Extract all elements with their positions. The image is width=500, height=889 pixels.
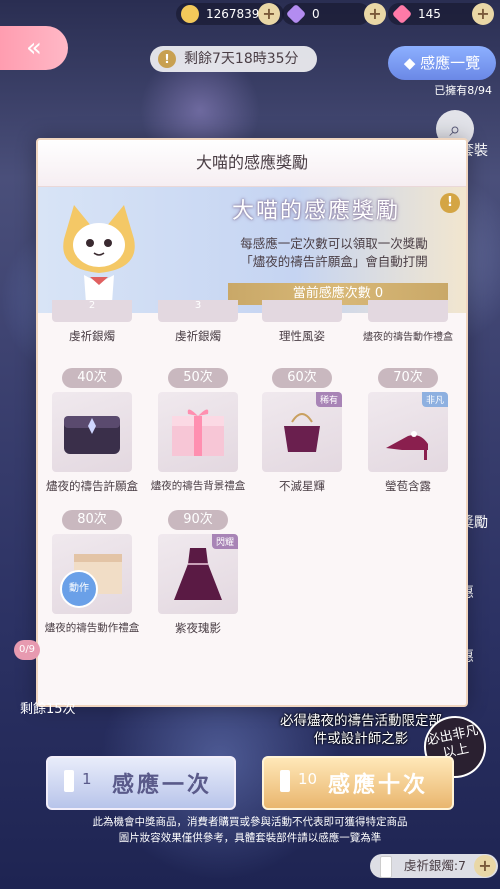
add-candle-button[interactable]: + xyxy=(474,855,496,877)
add-purple-diamond-button[interactable]: + xyxy=(364,3,386,25)
reward-item-50[interactable]: 50次 燼夜的禱告背景禮盒 xyxy=(146,366,250,493)
diamond-icon: ◆ xyxy=(403,54,416,72)
reward-item-90[interactable]: 90次 閃耀 紫夜瑰影 xyxy=(146,508,250,636)
cat-coin-icon xyxy=(181,5,199,23)
exclamation-icon: ! xyxy=(158,50,176,68)
action-gift-box-icon: 動作 xyxy=(52,534,132,614)
rarity-tag: 非凡 xyxy=(421,392,448,407)
remaining-time-badge: ! 剩餘7天18時35分 xyxy=(150,46,317,72)
banner-title: 大喵的感應獎勵 xyxy=(232,199,401,224)
count-pill: 70次 xyxy=(378,368,438,388)
add-pink-diamond-button[interactable]: + xyxy=(472,3,494,25)
background-gift-box-icon xyxy=(158,392,238,472)
rarity-tag: 稀有 xyxy=(315,392,342,407)
reward-item-80[interactable]: 80次 動作 燼夜的禱告動作禮盒 xyxy=(40,508,144,635)
disclaimer: 此為機會中獎商品，消費者購買或參與活動不代表即可獲得特定商品 圖片妝容效果僅供參… xyxy=(92,816,408,844)
add-gold-button[interactable]: + xyxy=(258,3,280,25)
reward-modal: 大喵的感應獎勵 大喵的感應獎勵 ! 每感應一定次數可以領取一次獎勵 「燼夜的禱告… xyxy=(36,138,468,707)
pink-diamond-icon xyxy=(391,3,413,25)
count-pill: 60次 xyxy=(272,368,332,388)
reward-item[interactable]: 理性風姿 xyxy=(250,300,354,344)
count-pill: 50次 xyxy=(168,368,228,388)
currency-bar: 12678398 + 0 + 145 + xyxy=(170,0,500,28)
action-badge: 動作 xyxy=(60,570,98,608)
rarity-tag: 閃耀 xyxy=(211,534,238,549)
reward-item-60[interactable]: 60次 稀有 不滅星輝 xyxy=(250,366,354,494)
reward-item[interactable]: 3 虔祈銀燭 xyxy=(146,300,250,344)
info-button[interactable]: ! xyxy=(440,193,460,213)
double-chevron-left-icon: « xyxy=(26,33,42,63)
candle-icon xyxy=(379,856,392,878)
reward-banner: 大喵的感應獎勵 ! 每感應一定次數可以領取一次獎勵 「燼夜的禱告許願盒」會自動打… xyxy=(38,187,466,313)
reward-item[interactable]: 2 虔祈銀燭 xyxy=(40,300,144,344)
cat-mascot-icon xyxy=(63,205,135,303)
back-button[interactable]: « xyxy=(0,26,68,70)
candle-icon xyxy=(280,770,290,792)
count-pill: 80次 xyxy=(62,510,122,530)
purple-bag-icon: 稀有 xyxy=(262,392,342,472)
reward-item-40[interactable]: 40次 燼夜的禱告許願盒 xyxy=(40,366,144,494)
count-pill: 40次 xyxy=(62,368,122,388)
purple-diamond-currency: 0 xyxy=(282,3,370,25)
heels-icon: 非凡 xyxy=(368,392,448,472)
draw-once-button[interactable]: 1 感應一次 xyxy=(46,756,236,810)
reward-item-70[interactable]: 70次 非凡 瑩苞含露 xyxy=(356,366,460,494)
left-progress-badge: 0/9 xyxy=(14,640,40,660)
overview-button[interactable]: ◆ 感應一覽 xyxy=(388,46,496,80)
purple-dress-icon: 閃耀 xyxy=(158,534,238,614)
banner-description: 每感應一定次數可以領取一次獎勵 「燼夜的禱告許願盒」會自動打開 xyxy=(240,236,428,269)
remaining-draws: 剩餘15次 xyxy=(20,702,76,717)
owned-count: 已擁有8/94 xyxy=(434,84,492,97)
reward-item[interactable]: 燼夜的禱告動作禮盒 xyxy=(356,300,460,343)
draw-ten-button[interactable]: 10 感應十次 xyxy=(262,756,454,810)
modal-title: 大喵的感應獎勵 xyxy=(38,140,466,187)
wish-box-icon xyxy=(52,392,132,472)
candle-count-badge: 虔祈銀燭:7 + xyxy=(369,854,498,878)
count-pill: 90次 xyxy=(168,510,228,530)
candle-icon xyxy=(64,770,74,792)
purple-diamond-icon xyxy=(285,3,307,25)
